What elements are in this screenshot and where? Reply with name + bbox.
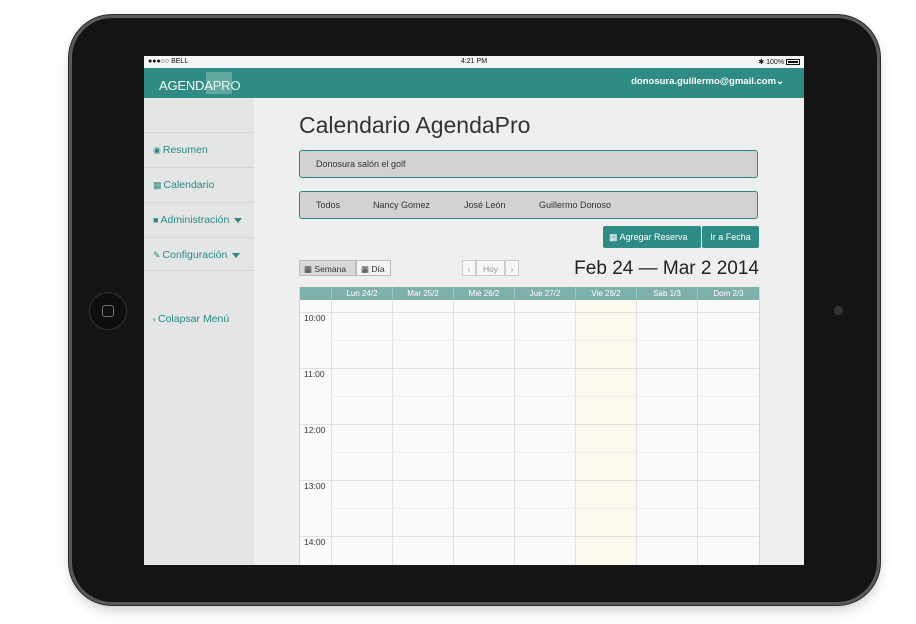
briefcase-icon: ■	[153, 215, 159, 225]
filter-guillermo-donoso[interactable]: Guillermo Donoso	[539, 200, 611, 210]
sidebar-item-calendario[interactable]: ▦ Calendario	[144, 167, 254, 201]
day-header: Sáb 1/3	[636, 287, 697, 300]
hour-line	[300, 312, 759, 313]
dashboard-icon: ◉	[153, 145, 161, 155]
day-header: Vie 28/2	[575, 287, 636, 300]
battery-icon	[786, 59, 800, 66]
collapse-menu-link[interactable]: ‹ Colapsar Menú	[144, 302, 254, 336]
week-view-button[interactable]: ▦ Semana	[299, 260, 356, 276]
chevron-left-icon: ‹	[153, 314, 156, 324]
goto-date-button[interactable]: Ir a Fecha	[702, 226, 759, 248]
time-label: 10:00	[304, 313, 326, 323]
day-header: Mié 26/2	[453, 287, 514, 300]
half-hour-line	[331, 396, 759, 397]
sidebar-item-administracion[interactable]: ■ Administración	[144, 202, 254, 236]
time-label: 14:00	[304, 537, 326, 547]
sidebar-item-resumen[interactable]: ◉ Resumen	[144, 132, 254, 166]
next-button[interactable]: ›	[505, 260, 519, 276]
filter-nancy-gomez[interactable]: Nancy Gomez	[373, 200, 430, 210]
status-bar: ●●●○○ BELL 4:21 PM ✱ 100%	[144, 56, 804, 68]
hour-line	[300, 424, 759, 425]
user-menu[interactable]: donosura.guillermo@gmail.com⌄	[631, 76, 784, 87]
caret-down-icon	[234, 217, 243, 223]
half-hour-line	[331, 340, 759, 341]
calendar-icon: ▦	[153, 180, 162, 190]
location-select[interactable]: Donosura salón el golf	[299, 150, 758, 178]
prev-button[interactable]: ‹	[462, 260, 476, 276]
date-range-title: Feb 24 — Mar 2 2014	[574, 258, 759, 279]
add-booking-button[interactable]: ▦ Agregar Reserva	[603, 226, 701, 248]
day-view-button[interactable]: ▦ Día	[356, 260, 391, 276]
day-header: Lun 24/2	[331, 287, 392, 300]
sidebar-item-configuracion[interactable]: ✎ Configuración	[144, 237, 254, 271]
clock: 4:21 PM	[460, 58, 488, 65]
filter-todos[interactable]: Todos	[316, 200, 340, 210]
day-header: Dom 2/3	[697, 287, 759, 300]
half-hour-line	[331, 452, 759, 453]
main-content: Calendario AgendaPro Donosura salón el g…	[254, 98, 804, 565]
home-button[interactable]	[89, 292, 127, 330]
filter-jose-leon[interactable]: José León	[464, 200, 506, 210]
caret-down-icon	[232, 252, 241, 258]
calendar-header-row: Lun 24/2 Mar 25/2 Mié 26/2 Jue 27/2 Vie …	[300, 287, 759, 300]
time-label: 13:00	[304, 481, 326, 491]
week-calendar: Lun 24/2 Mar 25/2 Mié 26/2 Jue 27/2 Vie …	[299, 287, 760, 565]
hour-line	[300, 536, 759, 537]
today-button[interactable]: Hoy	[476, 260, 505, 276]
screen: ●●●○○ BELL 4:21 PM ✱ 100% AGENDAPRO dono…	[144, 56, 804, 565]
camera	[834, 306, 843, 315]
time-label: 12:00	[304, 425, 326, 435]
time-label: 11:00	[304, 369, 325, 379]
staff-filter-bar: Todos Nancy Gomez José León Guillermo Do…	[299, 191, 758, 219]
chevron-down-icon: ⌄	[776, 76, 784, 87]
calendar-icon: ▦	[609, 232, 620, 242]
hour-line	[300, 480, 759, 481]
sidebar: ◉ Resumen ▦ Calendario ■ Administración ✎ Co…	[144, 98, 254, 565]
wrench-icon: ✎	[153, 250, 161, 260]
day-header: Jue 27/2	[514, 287, 575, 300]
calendar-icon: ▦	[304, 264, 315, 274]
hour-line	[300, 368, 759, 369]
day-header: Mar 25/2	[392, 287, 453, 300]
calendar-icon: ▦	[361, 264, 372, 274]
half-hour-line	[331, 508, 759, 509]
top-navbar: AGENDAPRO donosura.guillermo@gmail.com⌄	[144, 68, 804, 98]
battery-status: ✱ 100%	[758, 58, 800, 66]
page-title: Calendario AgendaPro	[299, 112, 531, 138]
logo[interactable]: AGENDAPRO	[159, 78, 240, 93]
